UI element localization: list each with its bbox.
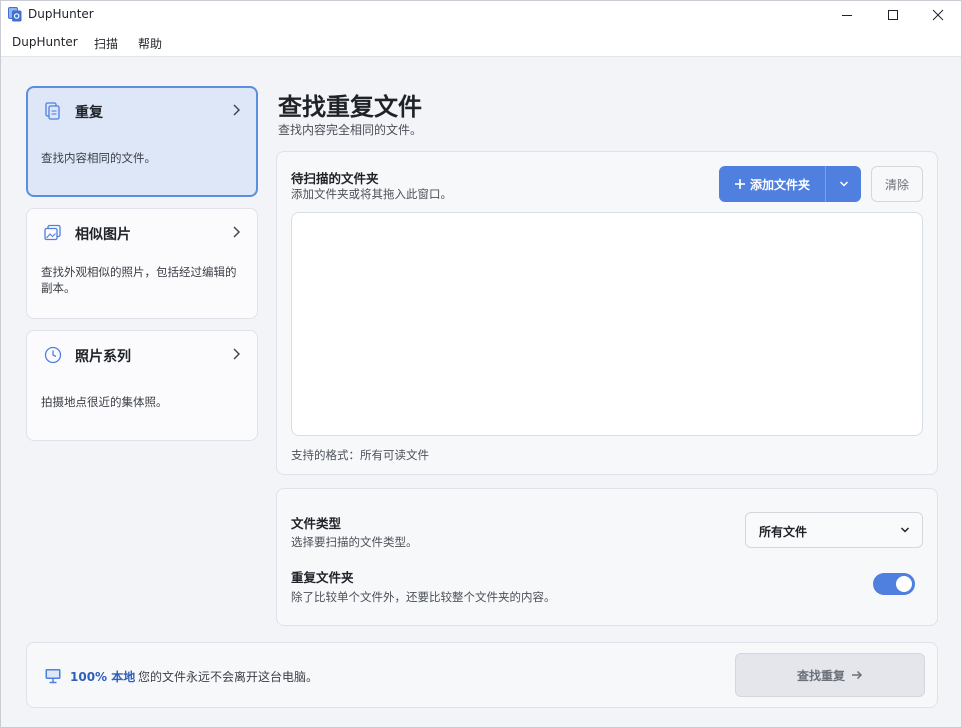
- clock-icon: [44, 346, 62, 364]
- maximize-button[interactable]: [870, 1, 916, 29]
- file-type-select[interactable]: 所有文件: [745, 512, 923, 548]
- file-type-label: 文件类型: [291, 516, 342, 531]
- dup-folders-hint: 除了比较单个文件外，还要比较整个文件夹的内容。: [291, 590, 556, 604]
- chevron-down-icon: [839, 181, 848, 187]
- page-title: 查找重复文件: [278, 93, 422, 121]
- menu-scan[interactable]: 扫描: [94, 35, 118, 52]
- window-title: DupHunter: [28, 7, 94, 21]
- find-duplicates-button[interactable]: 查找重复: [735, 653, 925, 697]
- chevron-right-icon: [233, 226, 240, 238]
- dup-folders-toggle[interactable]: [873, 573, 915, 595]
- document-copy-icon: [45, 102, 60, 120]
- sidebar-item-title: 重复: [75, 105, 103, 121]
- local-text: 您的文件永远不会离开这台电脑。: [138, 670, 319, 684]
- sidebar-item-title: 照片系列: [75, 349, 131, 365]
- add-folder-button[interactable]: 添加文件夹: [719, 166, 825, 202]
- dup-folders-label: 重复文件夹: [291, 570, 354, 585]
- minimize-icon: [842, 15, 852, 16]
- monitor-icon: [45, 669, 61, 684]
- sidebar-item-description: 查找外观相似的照片，包括经过编辑的副本。: [41, 265, 237, 295]
- sidebar-item-title: 相似图片: [75, 227, 131, 243]
- arrow-right-icon: [852, 670, 863, 680]
- page-subtitle: 查找内容完全相同的文件。: [278, 123, 423, 137]
- toggle-knob: [896, 576, 912, 592]
- chevron-right-icon: [233, 104, 240, 116]
- supported-formats: 支持的格式：所有可读文件: [291, 448, 429, 462]
- menu-bar: DupHunter 扫描 帮助: [1, 29, 961, 57]
- chevron-down-icon: [900, 527, 910, 533]
- sidebar-item-similar-images[interactable]: 相似图片 查找外观相似的照片，包括经过编辑的副本。: [26, 208, 258, 319]
- photo-stack-icon: [44, 224, 61, 241]
- menu-duphunter[interactable]: DupHunter: [12, 35, 78, 49]
- close-icon: [932, 9, 944, 21]
- minimize-button[interactable]: [824, 1, 870, 29]
- clear-button[interactable]: 清除: [871, 166, 923, 202]
- maximize-icon: [888, 10, 898, 20]
- options-panel: 文件类型 选择要扫描的文件类型。 所有文件 重复文件夹 除了比较单个文件外，还要…: [276, 488, 938, 626]
- find-duplicates-label: 查找重复: [796, 668, 845, 683]
- local-badge: 100% 本地: [70, 670, 136, 684]
- file-type-hint: 选择要扫描的文件类型。: [291, 535, 418, 549]
- file-type-selected-value: 所有文件: [759, 525, 808, 539]
- app-logo-icon: [8, 7, 22, 22]
- close-button[interactable]: [915, 1, 961, 29]
- add-folder-split-button: 添加文件夹: [719, 166, 861, 202]
- sidebar-item-description: 拍摄地点很近的集体照。: [41, 395, 168, 409]
- menu-help[interactable]: 帮助: [138, 35, 162, 52]
- plus-icon: [734, 179, 745, 189]
- add-folder-dropdown-button[interactable]: [826, 166, 861, 202]
- add-folder-label: 添加文件夹: [749, 177, 810, 192]
- folders-panel: 待扫描的文件夹 添加文件夹或将其拖入此窗口。 添加文件夹 清除 支持的格式：所有…: [276, 151, 938, 475]
- sidebar-item-description: 查找内容相同的文件。: [41, 151, 156, 165]
- folder-drop-area[interactable]: [291, 212, 923, 436]
- title-bar: DupHunter: [1, 1, 961, 29]
- folders-hint: 添加文件夹或将其拖入此窗口。: [291, 187, 452, 201]
- sidebar-item-photo-series[interactable]: 照片系列 拍摄地点很近的集体照。: [26, 330, 258, 441]
- sidebar-item-duplicates[interactable]: 重复 查找内容相同的文件。: [26, 86, 258, 197]
- chevron-right-icon: [233, 348, 240, 360]
- app-window: DupHunter DupHunter 扫描 帮助 重复 查找内容相同的文件。 …: [0, 0, 962, 728]
- footer-bar: 100% 本地 您的文件永远不会离开这台电脑。 查找重复: [26, 642, 938, 708]
- folders-label: 待扫描的文件夹: [291, 171, 379, 186]
